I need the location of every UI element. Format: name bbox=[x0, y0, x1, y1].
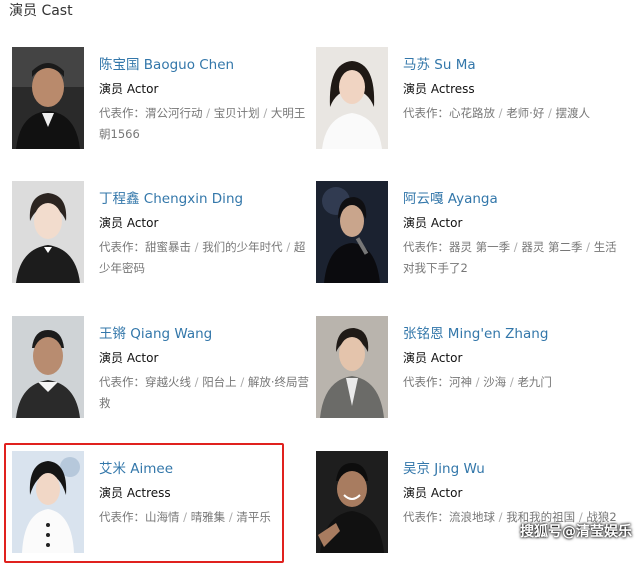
works-label: 代表作： bbox=[403, 106, 449, 120]
cast-card: 马苏 Su Ma 演员 Actress 代表作：心花路放 / 老师·好 / 摆渡… bbox=[316, 47, 616, 167]
work-link[interactable]: 心花路放 bbox=[449, 106, 495, 120]
work-link[interactable]: 老师·好 bbox=[506, 106, 544, 120]
section-title: 演员 Cast bbox=[9, 3, 73, 19]
separator: / bbox=[191, 240, 203, 254]
separator: / bbox=[495, 510, 507, 524]
actor-works: 代表作：渭公河行动 / 宝贝计划 / 大明王朝1566 bbox=[99, 103, 315, 145]
actor-works: 代表作：甜蜜暴击 / 我们的少年时代 / 超少年密码 bbox=[99, 237, 315, 279]
actor-name-link[interactable]: 陈宝国 Baoguo Chen bbox=[99, 53, 234, 73]
actor-name-link[interactable]: 王锵 Qiang Wang bbox=[99, 322, 212, 342]
works-label: 代表作： bbox=[99, 375, 145, 389]
cast-card: 阿云嘎 Ayanga 演员 Actor 代表作：器灵 第一季 / 器灵 第二季 … bbox=[316, 181, 619, 301]
work-link[interactable]: 阳台上 bbox=[202, 375, 237, 389]
separator: / bbox=[202, 106, 214, 120]
actor-role: 演员 Actress bbox=[403, 82, 475, 96]
actor-role: 演员 Actor bbox=[99, 82, 159, 96]
highlight-box bbox=[4, 443, 284, 563]
work-link[interactable]: 器灵 第一季 bbox=[449, 240, 510, 254]
separator: / bbox=[259, 106, 271, 120]
separator: / bbox=[510, 240, 522, 254]
works-label: 代表作： bbox=[403, 510, 449, 524]
actor-name-link[interactable]: 阿云嘎 Ayanga bbox=[403, 187, 498, 207]
works-label: 代表作： bbox=[403, 375, 449, 389]
cast-card: 丁程鑫 Chengxin Ding 演员 Actor 代表作：甜蜜暴击 / 我们… bbox=[12, 181, 312, 301]
cast-card: 吴京 Jing Wu 演员 Actor 代表作：流浪地球 / 我和我的祖国 / … bbox=[316, 451, 617, 571]
actor-works: 代表作：心花路放 / 老师·好 / 摆渡人 bbox=[403, 103, 619, 124]
work-link[interactable]: 穿越火线 bbox=[145, 375, 191, 389]
work-link[interactable]: 器灵 第二季 bbox=[521, 240, 582, 254]
cast-card: 陈宝国 Baoguo Chen 演员 Actor 代表作：渭公河行动 / 宝贝计… bbox=[12, 47, 312, 167]
actor-works: 代表作：穿越火线 / 阳台上 / 解放·终局营救 bbox=[99, 372, 315, 414]
actor-role: 演员 Actor bbox=[403, 351, 463, 365]
actor-role: 演员 Actor bbox=[403, 486, 463, 500]
work-link[interactable]: 摆渡人 bbox=[556, 106, 591, 120]
actor-name-link[interactable]: 马苏 Su Ma bbox=[403, 53, 476, 73]
work-link[interactable]: 渭公河行动 bbox=[145, 106, 203, 120]
actor-name-link[interactable]: 吴京 Jing Wu bbox=[403, 457, 485, 477]
separator: / bbox=[506, 375, 518, 389]
actor-photo[interactable] bbox=[316, 181, 388, 283]
actor-role: 演员 Actor bbox=[403, 216, 463, 230]
separator: / bbox=[236, 375, 248, 389]
separator: / bbox=[282, 240, 294, 254]
works-label: 代表作： bbox=[99, 106, 145, 120]
work-link[interactable]: 老九门 bbox=[517, 375, 552, 389]
watermark: 搜狐号@清莹娱乐 bbox=[520, 524, 632, 540]
actor-role: 演员 Actor bbox=[99, 351, 159, 365]
actor-works: 代表作：器灵 第一季 / 器灵 第二季 / 生活对我下手了2 bbox=[403, 237, 619, 279]
cast-card: 张铭恩 Ming'en Zhang 演员 Actor 代表作：河神 / 沙海 /… bbox=[316, 316, 616, 436]
work-link[interactable]: 我们的少年时代 bbox=[202, 240, 283, 254]
actor-photo[interactable] bbox=[12, 181, 84, 283]
works-label: 代表作： bbox=[403, 240, 449, 254]
work-link[interactable]: 流浪地球 bbox=[449, 510, 495, 524]
actor-role: 演员 Actor bbox=[99, 216, 159, 230]
actor-photo[interactable] bbox=[316, 451, 388, 553]
actor-name-link[interactable]: 丁程鑫 Chengxin Ding bbox=[99, 187, 243, 207]
actor-photo[interactable] bbox=[316, 47, 388, 149]
cast-card: 王锵 Qiang Wang 演员 Actor 代表作：穿越火线 / 阳台上 / … bbox=[12, 316, 312, 436]
actor-works: 代表作：河神 / 沙海 / 老九门 bbox=[403, 372, 619, 393]
work-link[interactable]: 甜蜜暴击 bbox=[145, 240, 191, 254]
separator: / bbox=[582, 240, 594, 254]
separator: / bbox=[191, 375, 203, 389]
works-label: 代表作： bbox=[99, 240, 145, 254]
separator: / bbox=[472, 375, 484, 389]
actor-photo[interactable] bbox=[12, 316, 84, 418]
work-link[interactable]: 河神 bbox=[449, 375, 472, 389]
separator: / bbox=[495, 106, 507, 120]
work-link[interactable]: 宝贝计划 bbox=[214, 106, 260, 120]
actor-photo[interactable] bbox=[316, 316, 388, 418]
work-link[interactable]: 沙海 bbox=[483, 375, 506, 389]
separator: / bbox=[544, 106, 556, 120]
actor-photo[interactable] bbox=[12, 47, 84, 149]
actor-name-link[interactable]: 张铭恩 Ming'en Zhang bbox=[403, 322, 548, 342]
